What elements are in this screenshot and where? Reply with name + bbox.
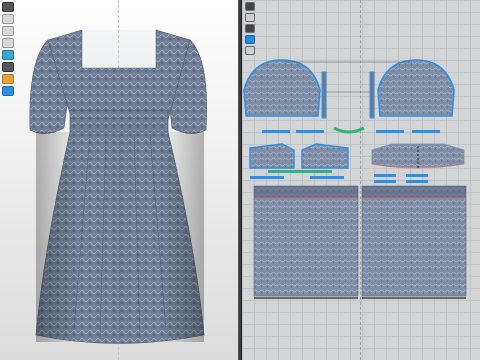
avatar-icon[interactable] [2, 26, 14, 36]
sleeve-band-left [321, 71, 327, 119]
waist-band-1 [250, 176, 284, 179]
tie-strip-2 [412, 130, 440, 133]
2d-pattern-panel[interactable] [242, 0, 480, 360]
fill-icon[interactable] [245, 35, 255, 44]
texture-icon[interactable] [2, 74, 14, 84]
3d-view-panel[interactable] [0, 0, 238, 360]
3d-toolbar [2, 2, 16, 96]
waist-band-5 [374, 180, 396, 183]
bodice-front-left [249, 143, 295, 169]
skirt-panel-right [361, 185, 467, 297]
2d-toolbar [245, 2, 257, 55]
bodice-strip [268, 170, 332, 173]
edit-pattern-icon[interactable] [245, 2, 255, 11]
dress-3d-model[interactable] [0, 0, 238, 360]
transform-icon[interactable] [245, 13, 255, 22]
grain-icon[interactable] [245, 46, 255, 55]
hanger-icon[interactable] [2, 14, 14, 24]
waist-band-4 [406, 174, 428, 177]
waist-band-6 [406, 180, 428, 183]
measure-icon[interactable] [2, 86, 14, 96]
sleeve-pattern-right [377, 59, 455, 117]
camera-icon[interactable] [2, 38, 14, 48]
sleeve-band-right [369, 71, 375, 119]
waist-band-2 [310, 176, 344, 179]
waist-band-3 [374, 174, 396, 177]
skirt-panel-left [253, 185, 359, 297]
tie-strip-4 [376, 130, 404, 133]
tie-strip-3 [296, 130, 324, 133]
neckline [84, 30, 154, 66]
tie-strip-green [333, 126, 365, 134]
segment-icon[interactable] [245, 24, 255, 33]
bodice-front-right [301, 143, 349, 169]
waistband [69, 109, 169, 133]
tie-strip-1 [262, 130, 290, 133]
fabric-icon[interactable] [2, 50, 14, 60]
pattern-pieces[interactable] [242, 0, 480, 360]
sleeve-pattern-left [243, 59, 321, 117]
pin-icon[interactable] [2, 62, 14, 72]
select-icon[interactable] [2, 2, 14, 12]
